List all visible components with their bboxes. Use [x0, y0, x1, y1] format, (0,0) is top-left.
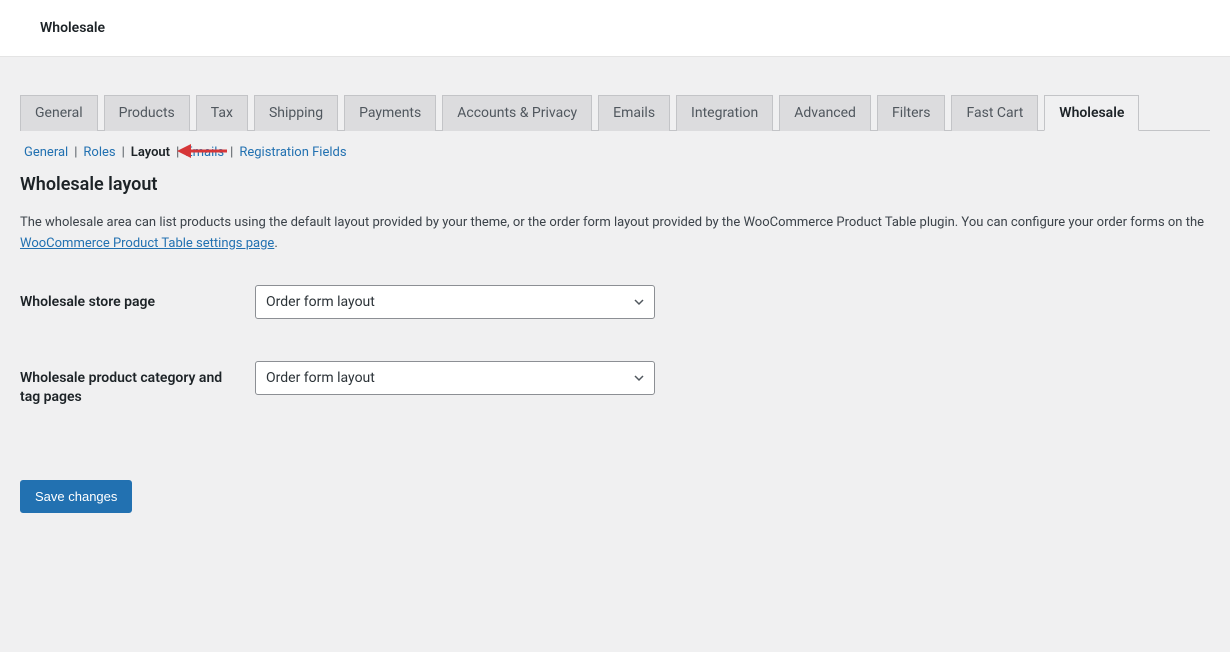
tab-payments[interactable]: Payments [344, 95, 436, 131]
subtabs-nav: General | Roles | Layout | Emails | Regi… [20, 131, 1210, 174]
save-button[interactable]: Save changes [20, 480, 132, 513]
label-category-pages: Wholesale product category and tag pages [20, 361, 255, 408]
subtab-separator: | [120, 145, 127, 160]
subtab-separator: | [72, 145, 79, 160]
subtab-separator: | [174, 145, 181, 160]
subtab-separator: | [228, 145, 235, 160]
form-row-category-pages: Wholesale product category and tag pages… [20, 361, 1210, 408]
page-header: Wholesale [0, 0, 1230, 57]
page-title: Wholesale [40, 20, 105, 36]
form-row-store-page: Wholesale store page Order form layout [20, 285, 1210, 319]
tab-accounts-privacy[interactable]: Accounts & Privacy [442, 95, 592, 131]
select-store-page[interactable]: Order form layout [255, 285, 655, 319]
content-area: General Products Tax Shipping Payments A… [0, 95, 1230, 533]
subtab-general[interactable]: General [20, 145, 72, 160]
desc-text-1: The wholesale area can list products usi… [20, 215, 1204, 230]
tabs-nav: General Products Tax Shipping Payments A… [20, 95, 1210, 131]
desc-text-2: . [274, 236, 277, 251]
tab-tax[interactable]: Tax [196, 95, 248, 131]
subtab-roles[interactable]: Roles [79, 145, 119, 160]
subtab-emails[interactable]: Emails [181, 145, 228, 160]
tab-fast-cart[interactable]: Fast Cart [951, 95, 1038, 131]
section-title: Wholesale layout [20, 174, 1210, 195]
tab-filters[interactable]: Filters [877, 95, 946, 131]
section-description: The wholesale area can list products usi… [20, 213, 1210, 255]
desc-settings-link[interactable]: WooCommerce Product Table settings page [20, 236, 274, 251]
tab-integration[interactable]: Integration [676, 95, 773, 131]
tab-emails[interactable]: Emails [598, 95, 670, 131]
tab-general[interactable]: General [20, 95, 98, 131]
subtab-layout[interactable]: Layout [127, 145, 174, 160]
label-store-page: Wholesale store page [20, 285, 255, 313]
tab-shipping[interactable]: Shipping [254, 95, 338, 131]
subtab-registration[interactable]: Registration Fields [235, 145, 350, 160]
select-category-pages[interactable]: Order form layout [255, 361, 655, 395]
select-category-pages-value: Order form layout [255, 361, 655, 395]
tab-wholesale[interactable]: Wholesale [1044, 95, 1139, 131]
select-store-page-value: Order form layout [255, 285, 655, 319]
tab-advanced[interactable]: Advanced [779, 95, 871, 131]
tab-products[interactable]: Products [104, 95, 190, 131]
